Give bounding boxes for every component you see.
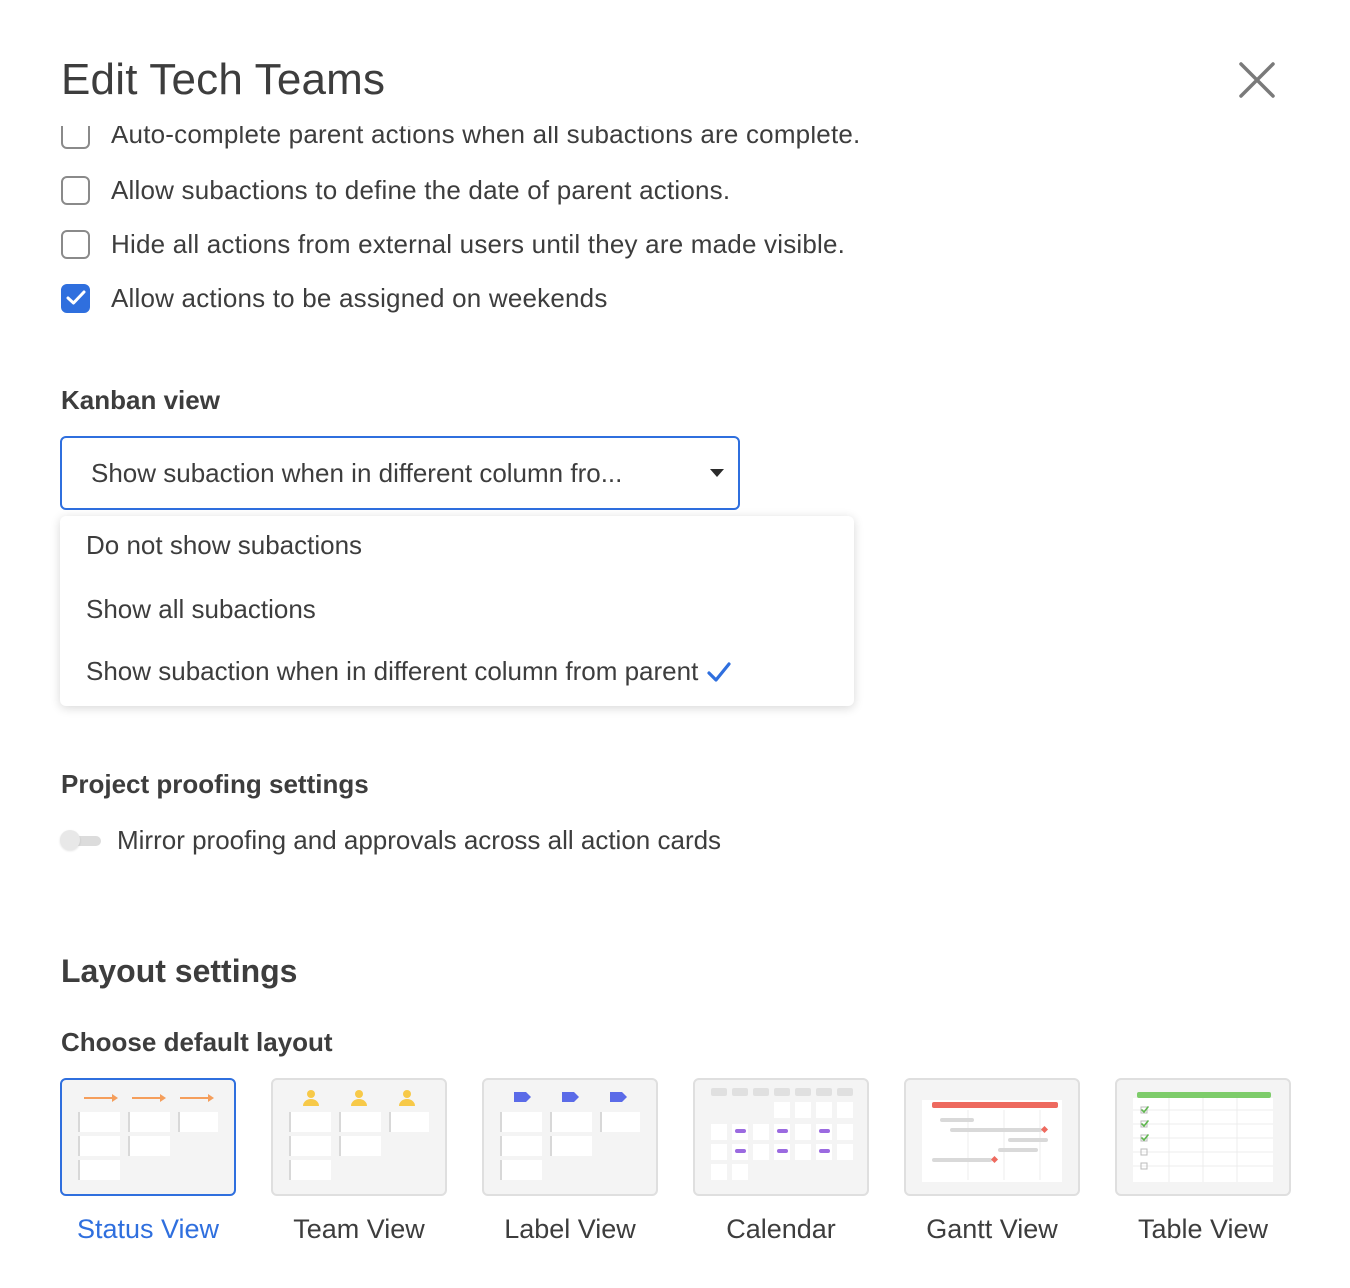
checkbox-hide-external[interactable]: [61, 229, 90, 259]
checkbox-row-weekends[interactable]: Allow actions to be assigned on weekends: [61, 278, 608, 318]
checkbox-autocomplete[interactable]: [61, 126, 90, 149]
menu-item-label: Show subaction when in different column …: [86, 656, 699, 686]
layout-label: Gantt View: [926, 1214, 1058, 1244]
layout-option-label[interactable]: Label View: [482, 1078, 658, 1245]
layout-label: Team View: [293, 1214, 425, 1244]
menu-item-show-all[interactable]: Show all subactions: [86, 594, 316, 625]
layout-option-status[interactable]: Status View: [60, 1078, 236, 1245]
layout-options: Status View Team View Label View Calenda…: [60, 1078, 1292, 1258]
gantt-view-thumbnail-icon: [904, 1078, 1080, 1196]
kanban-view-label: Kanban view: [61, 385, 220, 415]
menu-item-label: Do not show subactions: [86, 530, 363, 560]
checkbox-label: Hide all actions from external users unt…: [111, 228, 846, 259]
checkbox-label: Allow subactions to define the date of p…: [111, 174, 731, 205]
mirror-proofing-toggle[interactable]: [60, 830, 101, 850]
layout-settings-heading: Layout settings: [61, 953, 298, 989]
status-view-thumbnail-icon: [60, 1078, 236, 1196]
layout-option-team[interactable]: Team View: [271, 1078, 447, 1245]
layout-label: Calendar: [726, 1214, 836, 1244]
layout-option-table[interactable]: Table View: [1115, 1078, 1291, 1245]
layout-label: Table View: [1137, 1214, 1269, 1244]
checkbox-row-hide-external[interactable]: Hide all actions from external users unt…: [61, 224, 845, 264]
table-view-thumbnail-icon: [1115, 1078, 1291, 1196]
checkbox-label: Allow actions to be assigned on weekends: [111, 282, 608, 313]
layout-option-gantt[interactable]: Gantt View: [904, 1078, 1080, 1245]
selected-check-icon: [707, 661, 731, 682]
menu-item-show-different-column[interactable]: Show subaction when in different column …: [86, 656, 732, 687]
dialog-title: Edit Tech Teams: [61, 55, 386, 104]
proofing-toggle-row: Mirror proofing and approvals across all…: [60, 820, 721, 860]
kanban-dropdown-menu: Do not show subactions Show all subactio…: [60, 516, 854, 706]
checkbox-weekends[interactable]: [61, 283, 90, 313]
proofing-settings-label: Project proofing settings: [61, 769, 369, 799]
team-view-thumbnail-icon: [271, 1078, 447, 1196]
caret-down-icon: [710, 469, 724, 477]
checkbox-label: Auto-complete parent actions when all su…: [111, 126, 861, 149]
menu-item-do-not-show[interactable]: Do not show subactions: [86, 530, 362, 561]
menu-item-label: Show all subactions: [86, 594, 316, 624]
layout-label: Label View: [504, 1214, 636, 1244]
toggle-label: Mirror proofing and approvals across all…: [117, 824, 722, 855]
close-icon[interactable]: [1235, 58, 1279, 102]
select-value: Show subaction when in different column …: [91, 457, 623, 488]
checkbox-row-autocomplete[interactable]: Auto-complete parent actions when all su…: [61, 126, 1061, 156]
checkbox-subaction-dates[interactable]: [61, 175, 90, 205]
checkbox-row-subaction-dates[interactable]: Allow subactions to define the date of p…: [61, 170, 730, 210]
choose-layout-label: Choose default layout: [61, 1027, 333, 1057]
label-view-thumbnail-icon: [482, 1078, 658, 1196]
checkmark-icon: [66, 290, 85, 305]
layout-option-calendar[interactable]: Calendar: [693, 1078, 869, 1245]
dialog-header: Edit Tech Teams: [61, 52, 1289, 108]
layout-label: Status View: [76, 1214, 220, 1244]
calendar-view-thumbnail-icon: [693, 1078, 869, 1196]
kanban-view-select[interactable]: Show subaction when in different column …: [60, 436, 740, 510]
